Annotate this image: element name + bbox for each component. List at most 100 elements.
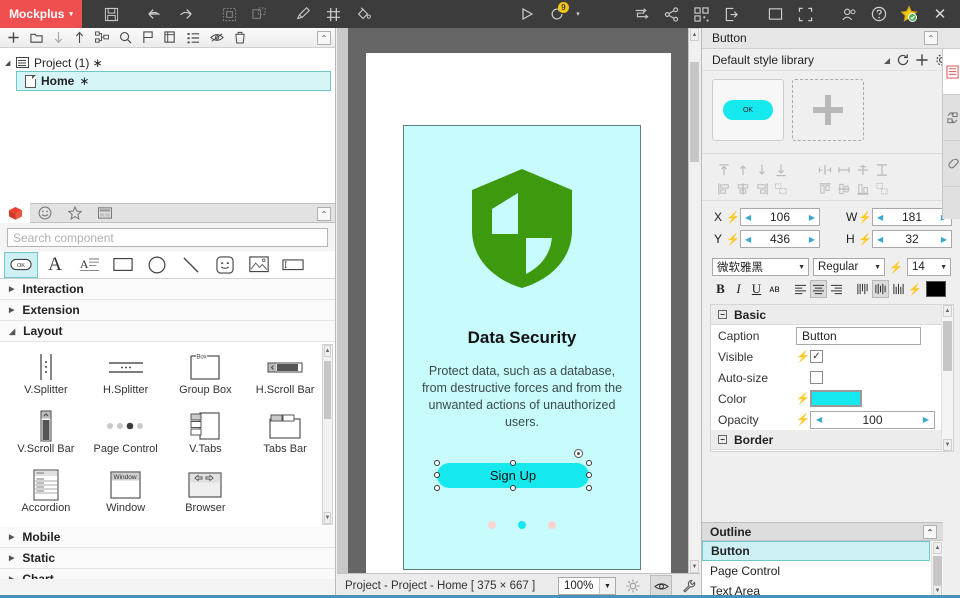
h-input[interactable]: ◀ 32 ▶ [872,230,952,248]
resize-handle-sw[interactable] [434,485,440,491]
hide-icon[interactable] [210,32,224,43]
add-style-icon[interactable] [914,52,930,68]
valign-top-button[interactable] [854,280,871,298]
bold-button[interactable]: B [712,280,729,298]
delete-icon[interactable] [234,31,246,44]
quick-text-area[interactable]: A [72,252,106,278]
resize-handle-n[interactable] [510,460,516,466]
component-accordion[interactable]: Accordion [6,464,86,523]
undo-icon[interactable] [140,0,170,28]
layout-grid-scrollbar[interactable]: ▲ ▼ [322,344,333,525]
bolt-icon[interactable]: ⚡ [726,211,740,224]
align-bottom-icon[interactable] [752,160,771,179]
valign-bottom-button[interactable] [890,280,907,298]
zoom-select[interactable]: 100% ▼ [558,577,616,595]
distribute-center-icon[interactable] [733,179,752,198]
link-icon[interactable] [95,31,109,44]
y-input[interactable]: ◀ 436 ▶ [740,230,820,248]
decrement-arrow[interactable]: ◀ [745,235,751,244]
increment-arrow[interactable]: ▶ [809,235,815,244]
window-icon[interactable] [760,0,790,28]
move-up-icon[interactable] [74,31,85,44]
decrement-arrow[interactable]: ◀ [877,235,883,244]
outline-collapse-button[interactable]: ⌃ [923,525,937,539]
scroll-down-arrow[interactable]: ▼ [324,512,331,524]
italic-button[interactable]: I [730,280,747,298]
mobile-screen[interactable]: Data Security Protect data, such as a da… [403,125,641,570]
scroll-up-arrow[interactable]: ▲ [943,305,952,317]
dropdown-caret-icon[interactable]: ▾ [572,0,584,28]
fill-icon[interactable] [348,0,378,28]
design-canvas[interactable]: Data Security Protect data, such as a da… [337,28,700,573]
category-layout[interactable]: ◢ Layout [0,321,335,342]
save-icon[interactable] [96,0,126,28]
account-icon[interactable] [834,0,864,28]
add-folder-icon[interactable] [30,32,43,44]
duplicate-icon[interactable] [164,31,177,44]
list-icon[interactable] [187,32,200,44]
distribute-middle-icon[interactable] [834,179,853,198]
category-interaction[interactable]: ▶ Interaction [0,279,335,300]
opacity-input[interactable]: ◀ 100 ▶ [810,410,935,429]
page-control-dots[interactable] [404,521,640,529]
quick-icon[interactable] [208,252,242,278]
components-collapse-button[interactable]: ⌃ [317,207,331,221]
category-mobile[interactable]: ▶ Mobile [0,527,335,548]
quick-rect[interactable] [106,252,140,278]
w-input[interactable]: ◀ 181 ▶ [872,208,952,226]
style-tile-add[interactable] [792,79,864,141]
rail-interactions-icon[interactable] [943,95,960,141]
share-icon[interactable] [656,0,686,28]
outline-item-page-control[interactable]: Page Control [702,561,943,581]
bolt-icon[interactable]: ⚡ [908,283,922,296]
resize-handle-ne[interactable] [586,460,592,466]
tree-item-home[interactable]: Home ∗ [16,71,331,91]
ungroup-icon[interactable] [244,0,274,28]
canvas-scroll-thumb[interactable] [690,62,699,162]
export-icon[interactable] [716,0,746,28]
brightness-icon[interactable] [622,575,644,597]
resize-handle-e[interactable] [586,472,592,478]
align-bottom-edge-icon[interactable] [771,160,790,179]
bolt-icon[interactable]: ⚡ [858,233,872,246]
format-painter-icon[interactable] [288,0,318,28]
quick-button[interactable]: OK [4,251,38,278]
style-library-dropdown[interactable] [884,58,890,64]
app-menu-button[interactable]: Mockplus ▾ [0,0,82,28]
tab-favorites[interactable] [60,203,90,223]
scroll-up-arrow[interactable]: ▲ [933,542,942,554]
tree-collapse-button[interactable]: ⌃ [317,31,331,45]
align-left-icon[interactable] [815,160,834,179]
scroll-thumb[interactable] [933,556,942,586]
quick-image[interactable] [242,252,276,278]
bolt-icon[interactable]: ⚡ [796,413,810,426]
close-icon[interactable]: ✕ [924,0,956,28]
style-tile-ok[interactable]: OK [712,79,784,141]
decrement-arrow[interactable]: ◀ [877,213,883,222]
underline-button[interactable]: U [748,280,765,298]
eye-icon[interactable] [650,575,672,597]
distribute-left-icon[interactable] [714,179,733,198]
autosize-checkbox[interactable] [810,371,823,384]
flag-icon[interactable] [142,31,154,44]
add-page-icon[interactable] [7,31,20,44]
color-swatch[interactable] [810,390,862,407]
x-input[interactable]: ◀ 106 ▶ [740,208,820,226]
distribute-right-icon[interactable] [752,179,771,198]
component-v-scroll-bar[interactable]: V.Scroll Bar [6,405,86,464]
resize-handle-w[interactable] [434,472,440,478]
rail-properties-icon[interactable] [943,49,960,95]
category-extension[interactable]: ▶ Extension [0,300,335,321]
visible-checkbox[interactable]: ✓ [810,350,823,363]
page-dot[interactable] [548,521,556,529]
scroll-up-arrow[interactable]: ▲ [324,345,331,357]
component-browser[interactable]: Browser [166,464,246,523]
quick-circle[interactable] [140,252,174,278]
bolt-icon[interactable]: ⚡ [796,350,810,363]
category-static[interactable]: ▶ Static [0,548,335,569]
align-center-button[interactable] [810,280,827,298]
canvas-scroll-down[interactable]: ▼ [690,560,699,573]
canvas-scroll-up[interactable]: ▲ [690,28,699,41]
distribute-top-icon[interactable] [815,179,834,198]
increment-arrow[interactable]: ▶ [941,235,947,244]
